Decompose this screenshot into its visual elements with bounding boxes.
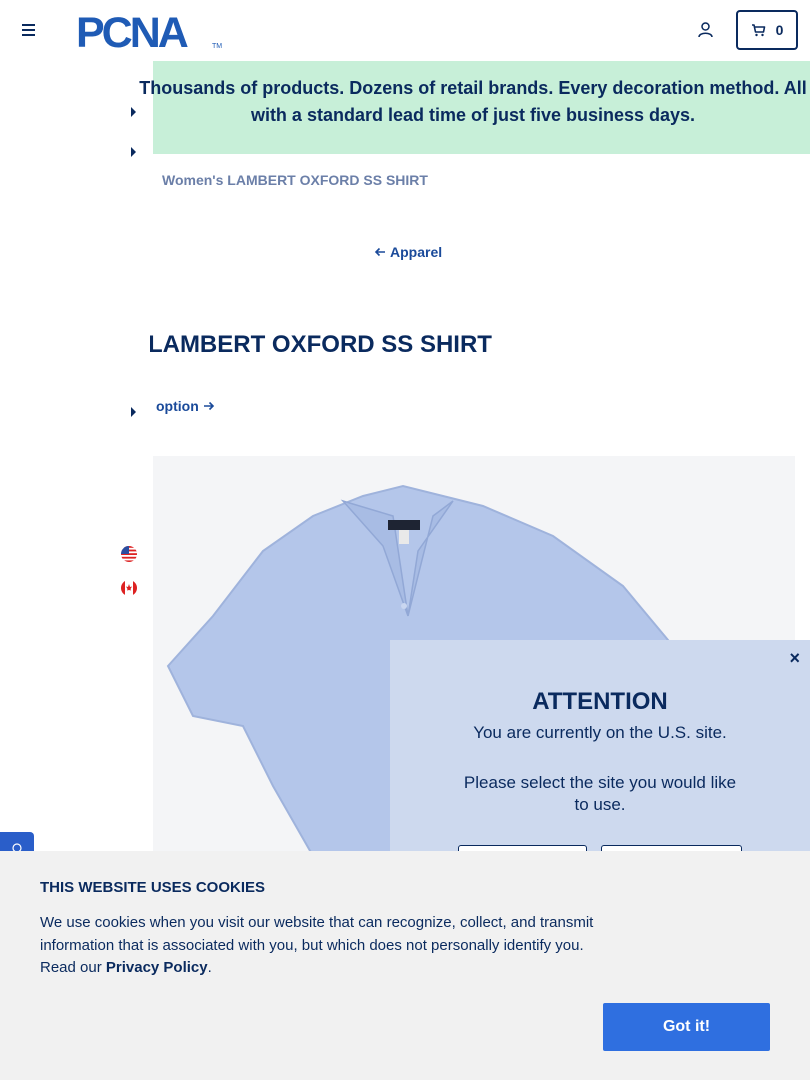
product-title: Women's LAMBERT OXFORD SS SHIRT (150, 331, 492, 358)
us-flag-icon[interactable] (121, 546, 137, 562)
arrow-left-icon (374, 247, 385, 257)
cookie-text: We use cookies when you visit our websit… (40, 912, 600, 980)
menu-icon[interactable] (22, 24, 35, 36)
promo-banner-text: Thousands of products. Dozens of retail … (139, 78, 807, 125)
breadcrumb[interactable]: Women's LAMBERT OXFORD SS SHIRT (162, 172, 428, 188)
account-icon[interactable] (697, 21, 714, 38)
accept-cookies-button[interactable]: Got it! (603, 1003, 770, 1051)
cart-button[interactable]: 0 (736, 10, 798, 50)
option-link[interactable]: option (156, 398, 215, 414)
cookie-text-end: . (207, 959, 212, 976)
pcna-logo[interactable]: PCNA TM (76, 11, 224, 51)
modal-select-site-text: Please select the site you would like to… (463, 773, 737, 814)
canada-flag-icon[interactable] (121, 580, 137, 596)
modal-current-site-text: You are currently on the U.S. site. (473, 723, 727, 742)
close-icon[interactable]: × (789, 648, 800, 669)
promo-banner: Thousands of products. Dozens of retail … (139, 61, 810, 154)
logo-wordmark: PCNA (76, 11, 188, 51)
product-title-container: Women's LAMBERT OXFORD SS SHIRT (150, 330, 810, 364)
cart-icon (751, 23, 765, 36)
arrow-right-icon (203, 401, 214, 411)
site-header: PCNA TM 0 (0, 0, 810, 61)
caret-right-icon[interactable] (131, 407, 136, 417)
caret-right-icon[interactable] (131, 147, 136, 157)
caret-right-icon[interactable] (131, 107, 136, 117)
cart-count: 0 (775, 22, 784, 38)
back-to-category-link[interactable]: Apparel (374, 244, 442, 260)
privacy-policy-link[interactable]: Privacy Policy (106, 959, 208, 976)
logo-trademark: TM (212, 43, 222, 50)
option-link-label: option (156, 398, 199, 414)
cookie-title: THIS WEBSITE USES COOKIES (40, 879, 266, 896)
modal-title: ATTENTION (532, 688, 668, 715)
back-link-label: Apparel (390, 244, 443, 260)
cookie-banner: THIS WEBSITE USES COOKIES We use cookies… (0, 851, 810, 1080)
